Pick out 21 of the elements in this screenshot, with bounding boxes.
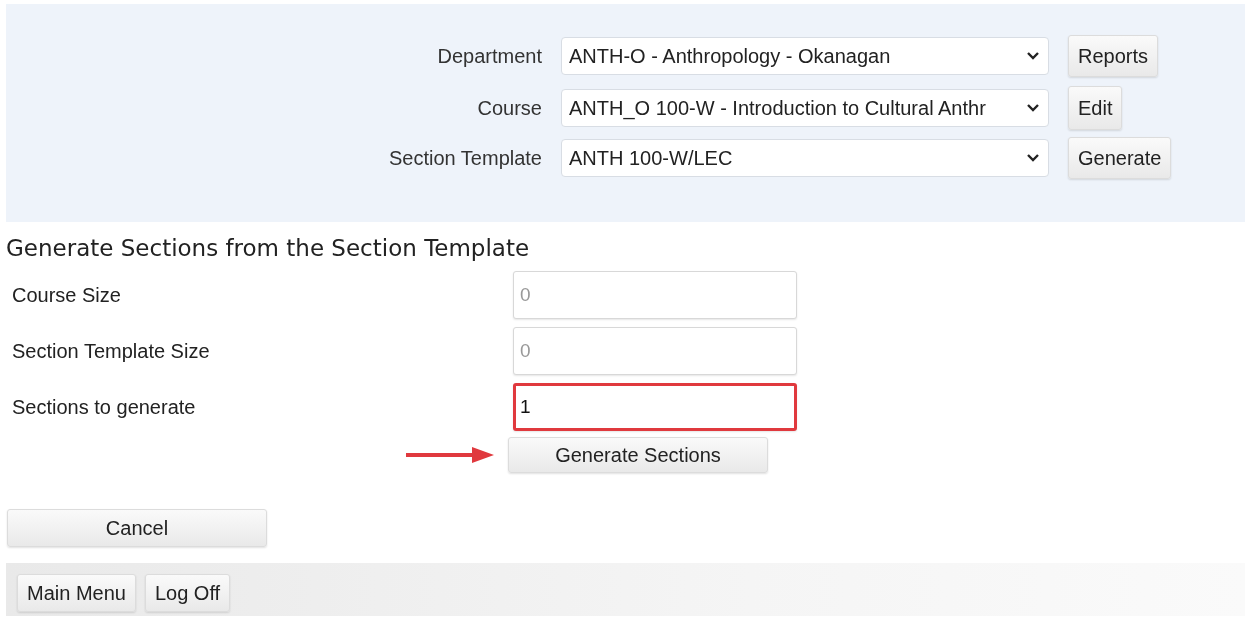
field-label: Course Size <box>12 283 122 307</box>
input-field[interactable]: 1 <box>513 383 797 431</box>
chevron-down-icon <box>1026 153 1040 163</box>
field-label: Sections to generate <box>12 395 197 419</box>
footer-button[interactable]: Main Menu <box>17 574 136 612</box>
field-label: Section Template Size <box>12 339 211 363</box>
chevron-down-icon <box>1026 51 1040 61</box>
field-label: Department <box>436 44 542 68</box>
action-button[interactable]: Generate <box>1068 137 1172 179</box>
dropdown[interactable]: ANTH-O - Anthropology - Okanagan <box>561 37 1049 75</box>
cancel-button[interactable]: Cancel <box>7 509 267 547</box>
action-button[interactable]: Edit <box>1068 86 1123 130</box>
chevron-down-icon <box>1026 103 1040 113</box>
footer-button[interactable]: Log Off <box>144 574 231 612</box>
generate-sections-button[interactable]: Generate Sections <box>508 437 768 473</box>
dropdown[interactable]: ANTH 100-W/LEC <box>561 139 1049 177</box>
field-label: Section Template <box>387 146 542 170</box>
action-button[interactable]: Reports <box>1068 35 1159 77</box>
field-label: Course <box>476 96 542 120</box>
dropdown[interactable]: ANTH_O 100-W - Introduction to Cultural Anthr <box>561 89 1049 127</box>
section-heading: Generate Sections from the Section Template <box>6 235 531 261</box>
